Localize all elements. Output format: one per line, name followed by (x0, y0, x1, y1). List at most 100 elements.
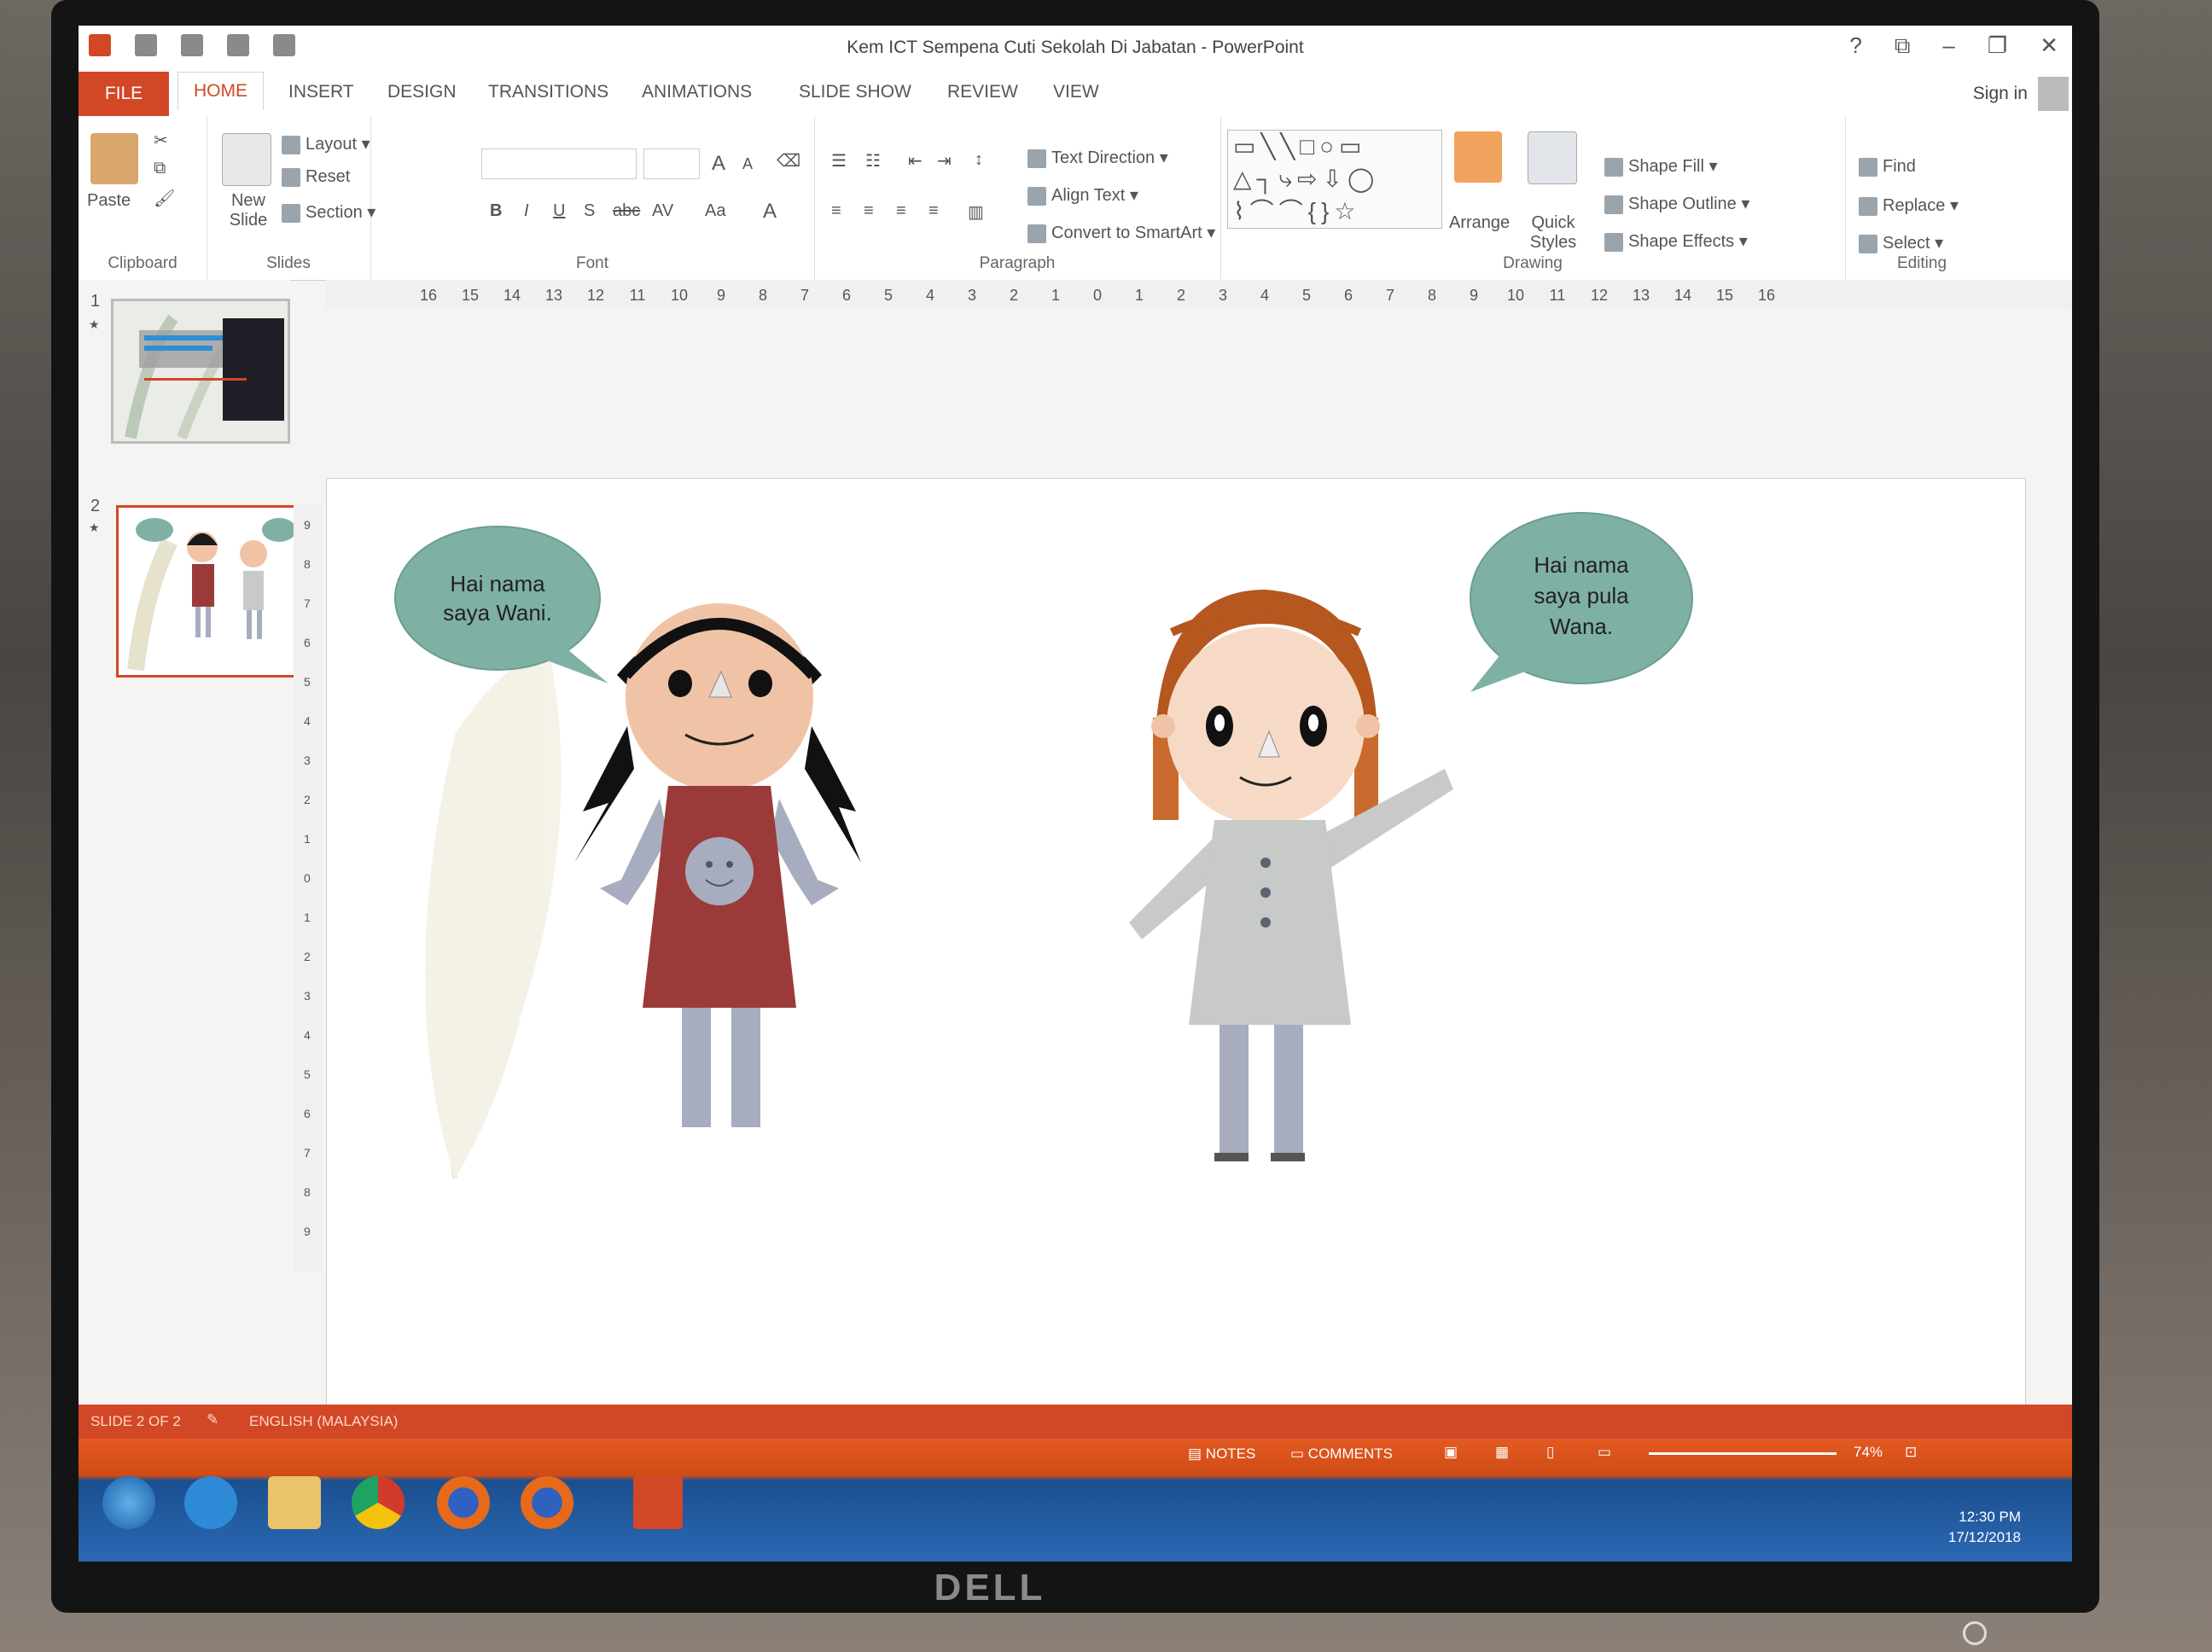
language-indicator[interactable]: ENGLISH (MALAYSIA) (249, 1413, 398, 1430)
close-button[interactable]: ✕ (2040, 32, 2058, 60)
grow-font-button[interactable]: A (712, 152, 725, 176)
copy-icon[interactable]: ⧉ (154, 159, 166, 178)
shape-fill-button[interactable]: Shape Fill ▾ (1604, 155, 1718, 177)
vertical-ruler-ticks: 9 8 7 6 5 4 3 2 1 0 1 2 3 4 5 6 7 8 9 (304, 518, 311, 1238)
find-button[interactable]: Find (1859, 157, 1916, 177)
cut-icon[interactable]: ✂ (154, 130, 168, 151)
quick-styles-icon[interactable] (1528, 131, 1577, 184)
numbering-icon[interactable]: ☷ (865, 150, 881, 172)
shapes-gallery[interactable]: ▭╲╲□○▭ △┐⤷⇨⇩◯ ⌇⌒⌒{}☆ (1227, 130, 1442, 229)
columns-icon[interactable]: ▥ (968, 201, 984, 223)
align-left-icon[interactable]: ≡ (831, 201, 841, 221)
sign-in-link[interactable]: Sign in (1973, 84, 2028, 104)
speech-bubble-left[interactable]: Hai nama saya Wani. (394, 526, 608, 683)
slide-canvas[interactable]: Hai nama saya Wani. Hai nama saya pula W… (326, 478, 2026, 1435)
chrome-icon[interactable] (352, 1476, 405, 1529)
paste-icon[interactable] (90, 133, 138, 184)
comments-button[interactable]: ▭ COMMENTS (1290, 1446, 1393, 1463)
align-right-icon[interactable]: ≡ (896, 201, 906, 221)
spell-check-icon[interactable]: ✎ (207, 1411, 218, 1428)
firefox-icon-2[interactable] (521, 1476, 573, 1529)
format-painter-icon[interactable]: 🖌 (154, 188, 175, 209)
text-direction-button[interactable]: Text Direction ▾ (1027, 147, 1168, 168)
explorer-icon[interactable] (268, 1476, 321, 1529)
reset-button[interactable]: Reset (282, 167, 350, 187)
align-center-icon[interactable]: ≡ (864, 201, 874, 221)
paste-button[interactable]: Paste (87, 191, 131, 211)
section-button[interactable]: Section ▾ (282, 201, 375, 223)
clock-time[interactable]: 12:30 PM (1948, 1507, 2021, 1527)
clipboard-group-label: Clipboard (108, 254, 178, 272)
strikethrough-button[interactable]: abc (613, 201, 640, 221)
tab-slide-show[interactable]: SLIDE SHOW (799, 82, 911, 102)
new-slide-icon[interactable] (222, 133, 271, 186)
tab-insert[interactable]: INSERT (288, 82, 354, 102)
zoom-slider[interactable] (1649, 1452, 1837, 1455)
ribbon-display-button[interactable]: ⧉ (1895, 32, 1911, 60)
ruler-h-label: 4 (1260, 287, 1269, 304)
justify-icon[interactable]: ≡ (928, 201, 939, 221)
layout-button[interactable]: Layout ▾ (282, 133, 370, 154)
tab-home[interactable]: HOME (178, 72, 264, 110)
shape-effects-button[interactable]: Shape Effects ▾ (1604, 230, 1748, 252)
character-wana[interactable] (1129, 590, 1453, 1161)
line-spacing-icon[interactable]: ↕ (975, 150, 983, 170)
speech-bubble-right[interactable]: Hai nama saya pula Wana. (1470, 512, 1693, 692)
tab-review[interactable]: REVIEW (947, 82, 1018, 102)
character-wani[interactable] (574, 603, 861, 1127)
ruler-h-label: 1 (1135, 287, 1144, 304)
quick-styles-button[interactable]: Quick Styles (1526, 213, 1580, 253)
tab-view[interactable]: VIEW (1053, 82, 1099, 102)
font-size-combo[interactable] (643, 148, 700, 179)
slide-thumbnail-2[interactable] (116, 505, 302, 678)
shrink-font-button[interactable]: A (742, 155, 753, 173)
new-slide-button[interactable]: New Slide (218, 191, 278, 230)
notes-button[interactable]: ▤ NOTES (1188, 1446, 1255, 1463)
minimize-button[interactable]: – (1942, 32, 1954, 60)
character-spacing-button[interactable]: AV (652, 201, 673, 221)
tab-animations[interactable]: ANIMATIONS (642, 82, 752, 102)
tab-design[interactable]: DESIGN (387, 82, 457, 102)
shape-fill-label: Shape Fill (1628, 157, 1704, 176)
shape-outline-button[interactable]: Shape Outline ▾ (1604, 193, 1749, 214)
slideshow-view-icon[interactable]: ▭ (1598, 1444, 1611, 1461)
arrange-icon[interactable] (1454, 131, 1502, 183)
normal-view-icon[interactable]: ▣ (1444, 1444, 1458, 1461)
select-button[interactable]: Select ▾ (1859, 232, 1943, 253)
avatar[interactable] (2038, 77, 2069, 111)
italic-button[interactable]: I (524, 201, 529, 221)
ruler-h-label: 5 (884, 287, 893, 304)
bullets-icon[interactable]: ☰ (831, 150, 847, 172)
tab-file[interactable]: FILE (79, 72, 169, 116)
tab-transitions[interactable]: TRANSITIONS (488, 82, 608, 102)
help-button[interactable]: ? (1849, 32, 1861, 60)
fit-slide-icon[interactable]: ⊡ (1905, 1444, 1917, 1461)
reading-view-icon[interactable]: ▯ (1546, 1444, 1554, 1461)
bold-button[interactable]: B (490, 201, 502, 221)
restore-button[interactable]: ❐ (1988, 32, 2007, 60)
increase-indent-icon[interactable]: ⇥ (937, 150, 952, 172)
clock-date[interactable]: 17/12/2018 (1948, 1527, 2021, 1548)
start-orb-icon[interactable] (102, 1476, 155, 1529)
shadow-button[interactable]: S (584, 201, 595, 221)
replace-button[interactable]: Replace ▾ (1859, 195, 1959, 216)
font-name-combo[interactable] (481, 148, 637, 179)
power-button-icon[interactable] (1963, 1621, 1987, 1645)
ie-icon[interactable] (184, 1476, 237, 1529)
decrease-indent-icon[interactable]: ⇤ (908, 150, 923, 172)
font-color-button[interactable]: A (763, 200, 777, 224)
slide-sorter-icon[interactable]: ▦ (1495, 1444, 1509, 1461)
underline-button[interactable]: U (553, 201, 565, 221)
zoom-level[interactable]: 74% (1854, 1444, 1883, 1461)
clear-formatting-icon[interactable]: ⌫ (777, 150, 800, 172)
convert-to-smartart-button[interactable]: Convert to SmartArt ▾ (1027, 222, 1215, 243)
slide-1-preview (114, 301, 288, 441)
powerpoint-icon[interactable] (633, 1476, 683, 1529)
slide-thumbnail-1[interactable] (111, 299, 290, 444)
align-text-button[interactable]: Align Text ▾ (1027, 184, 1138, 206)
firefox-icon[interactable] (437, 1476, 490, 1529)
font-group: A A ⌫ B I U S abc AV Aa A Font (370, 116, 815, 280)
change-case-button[interactable]: Aa (705, 201, 725, 221)
ruler-h-label: 4 (926, 287, 934, 304)
arrange-button[interactable]: Arrange (1449, 213, 1510, 233)
